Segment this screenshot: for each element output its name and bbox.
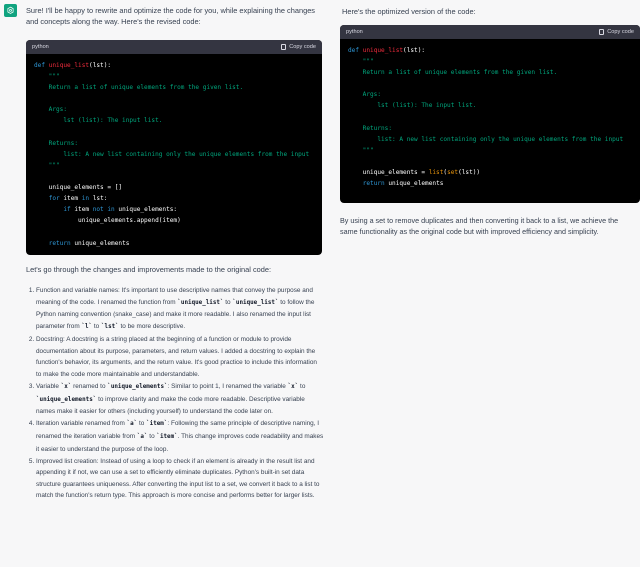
copy-icon [599, 28, 605, 35]
inline-code: `x` [287, 383, 299, 390]
code-block: python Copy code def unique_list(lst): "… [340, 25, 640, 203]
list-text: to [137, 420, 147, 428]
code-token: Return a list of unique elements from th… [348, 69, 558, 77]
list-text: Docstring: A docstring is a string place… [36, 335, 317, 378]
code-token: for [48, 195, 60, 203]
code-token: unique_elements: [114, 206, 178, 214]
copy-code-button[interactable]: Copy code [281, 43, 316, 51]
inline-code: `item` [156, 433, 178, 440]
code-token: unique_elements = [] [34, 184, 123, 192]
code-token: (lst): [89, 62, 112, 69]
copy-icon [281, 43, 287, 50]
code-token: def [34, 62, 49, 69]
code-token: item [70, 206, 93, 214]
code-token: item [59, 195, 82, 203]
copy-code-button[interactable]: Copy code [599, 28, 634, 36]
list-item: Improved list creation: Instead of using… [36, 456, 324, 502]
list-item: Iteration variable renamed from `a` to `… [36, 418, 324, 455]
code-token: unique_list [48, 62, 90, 69]
explanation-heading: Let's go through the changes and improve… [26, 265, 272, 274]
code-token: list: A new list containing only the uni… [348, 135, 624, 143]
changes-list: Function and variable names: It's import… [26, 285, 324, 503]
code-token: Returns: [348, 124, 393, 132]
copy-code-label: Copy code [289, 43, 316, 50]
code-token: unique_elements = [348, 169, 429, 177]
code-token: list: A new list containing only the uni… [34, 150, 310, 158]
code-token: set [447, 169, 459, 177]
inline-code: `unique_list` [232, 299, 279, 306]
code-token: (lst): [403, 47, 426, 54]
inline-code: `lst` [101, 323, 119, 330]
inline-code: `a` [126, 421, 138, 428]
inline-code: `l` [81, 323, 93, 330]
code-language: python [346, 28, 363, 35]
inline-code: `unique_elements` [107, 383, 168, 390]
code-token: return [48, 239, 71, 247]
code-token: (lst)) [458, 169, 481, 177]
code-token: lst: [89, 195, 108, 203]
code-token: not in [92, 206, 115, 214]
code-token: Args: [348, 91, 382, 99]
message-outro: By using a set to remove duplicates and … [340, 216, 619, 236]
list-item: Docstring: A docstring is a string place… [36, 334, 324, 380]
code-token: unique_list [362, 47, 404, 54]
code-token: lst (list): The input list. [348, 102, 477, 110]
code-token: unique_elements.append(item) [34, 217, 181, 225]
inline-code: `unique_list` [177, 299, 224, 306]
code-block: python Copy code def unique_list(lst): "… [26, 40, 322, 255]
right-message: Here's the optimized version of the code… [330, 0, 640, 567]
code-token: Args: [34, 106, 68, 114]
message-intro: Sure! I'll be happy to rewrite and optim… [26, 6, 315, 27]
code-token: unique_elements [384, 180, 444, 188]
inline-code: `a` [136, 433, 148, 440]
copy-code-label: Copy code [607, 28, 634, 35]
message-intro: Here's the optimized version of the code… [342, 7, 476, 16]
code-token: list [428, 169, 444, 177]
inline-code: `x` [60, 383, 72, 390]
list-text: to be more descriptive. [118, 322, 186, 330]
code-token: unique_elements [70, 239, 130, 247]
code-token: return [362, 180, 385, 188]
code-token: """ [348, 146, 374, 154]
code-token: if [63, 206, 71, 214]
code-token: in [81, 195, 90, 203]
list-text: Iteration variable renamed from [36, 420, 127, 428]
list-text: Variable [36, 382, 61, 390]
left-message: Sure! I'll be happy to rewrite and optim… [0, 0, 330, 567]
code-token: Return a list of unique elements from th… [34, 84, 244, 92]
code-token: """ [34, 161, 60, 169]
code-token: lst (list): The input list. [34, 117, 163, 125]
code-token: def [348, 47, 363, 54]
code-token: """ [348, 58, 374, 66]
inline-code: `item` [146, 421, 168, 428]
code-language: python [32, 43, 49, 50]
code-content: def unique_list(lst): """ Return a list … [340, 39, 640, 189]
code-content: def unique_list(lst): """ Return a list … [26, 54, 322, 249]
list-text: to [298, 382, 306, 390]
list-text: Improved list creation: Instead of using… [36, 457, 320, 500]
code-token: Returns: [34, 139, 79, 147]
list-text: to [92, 322, 101, 330]
list-item: Variable `x` renamed to `unique_elements… [36, 381, 324, 418]
list-text: : Similar to point 1, I renamed the vari… [167, 382, 288, 390]
code-header: python Copy code [340, 25, 640, 39]
list-text: renamed to [71, 382, 108, 390]
list-item: Function and variable names: It's import… [36, 285, 324, 333]
code-token: """ [34, 73, 60, 81]
code-header: python Copy code [26, 40, 322, 54]
inline-code: `unique_elements` [36, 396, 97, 403]
openai-logo-icon [4, 4, 17, 17]
